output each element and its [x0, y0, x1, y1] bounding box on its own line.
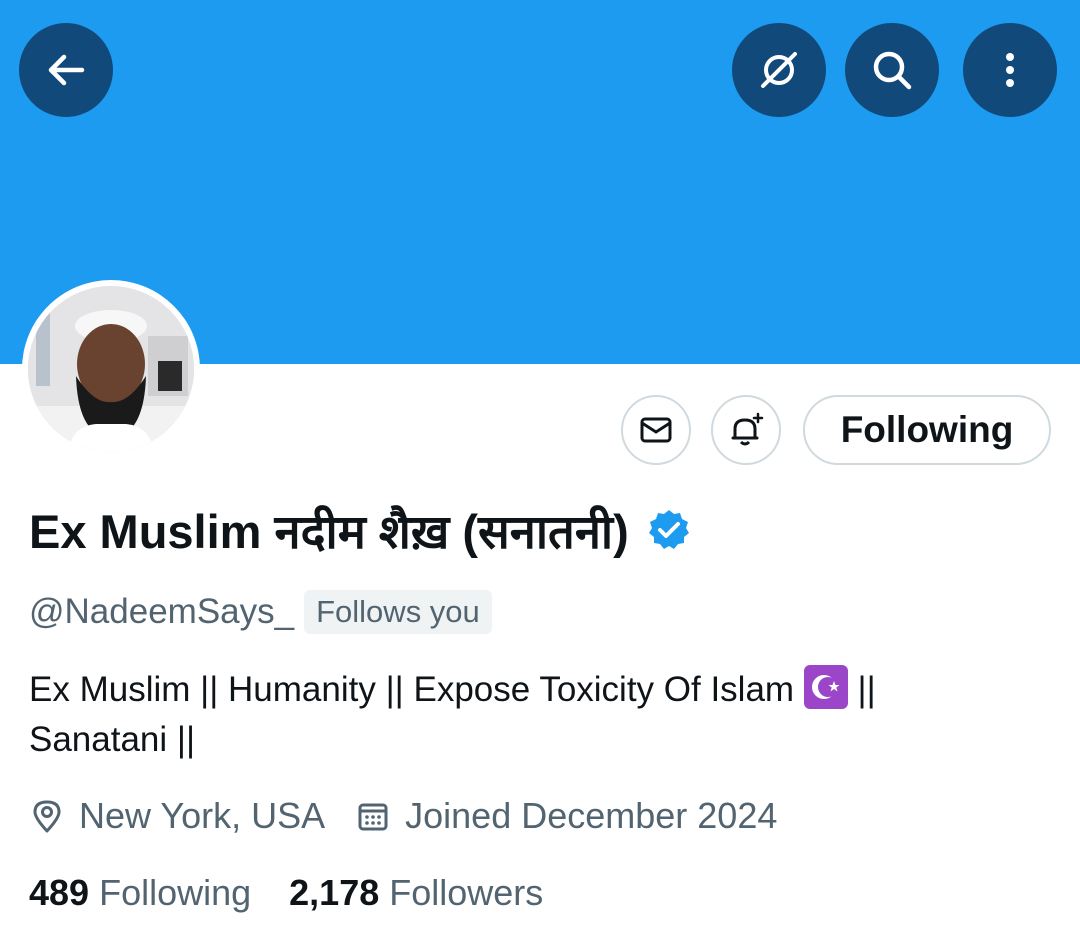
following-stat-label: Following — [99, 872, 252, 913]
profile-handle: @NadeemSays_ — [29, 592, 295, 631]
followers-count: 2,178 — [289, 872, 380, 913]
verified-badge-icon[interactable] — [647, 508, 691, 552]
followers-stat-label: Followers — [389, 872, 544, 913]
more-button[interactable] — [963, 23, 1057, 117]
following-button[interactable]: Following — [803, 395, 1051, 465]
search-icon — [873, 51, 912, 90]
joined-item: Joined December 2024 — [355, 795, 777, 837]
display-name: Ex Muslim नदीम शैख़ (सनातनी) — [29, 505, 629, 558]
grok-icon — [761, 52, 797, 88]
profile-name-row: Ex Muslim नदीम शैख़ (सनातनी) — [29, 498, 691, 562]
following-count: 489 — [29, 872, 90, 913]
profile-meta: New York, USA Joined December 2024 — [29, 795, 807, 837]
message-button[interactable] — [621, 395, 691, 465]
notifications-button[interactable] — [711, 395, 781, 465]
followers-stat-link[interactable]: 2,178 Followers — [289, 872, 543, 914]
bio-line2: Sanatani || — [29, 720, 196, 759]
profile-bio: Ex Muslim || Humanity || Expose Toxicity… — [29, 665, 1049, 765]
joined-text: Joined December 2024 — [405, 795, 778, 836]
bio-text: Ex Muslim || Humanity || Expose Toxicity… — [29, 670, 795, 709]
grok-button[interactable] — [732, 23, 826, 117]
back-button[interactable] — [19, 23, 113, 117]
following-stat-link[interactable]: 489 Following — [29, 872, 251, 914]
avatar[interactable] — [22, 280, 200, 458]
arrow-left-icon — [48, 54, 85, 86]
avatar-photo — [28, 286, 194, 452]
envelope-icon — [640, 417, 672, 443]
search-button[interactable] — [845, 23, 939, 117]
handle-row: @NadeemSays_ Follows you — [29, 590, 492, 634]
follows-you-badge: Follows you — [304, 590, 492, 634]
location-pin-icon — [33, 800, 61, 833]
calendar-icon — [358, 803, 388, 831]
following-button-label: Following — [840, 409, 1014, 450]
star-and-crescent-icon — [803, 665, 848, 709]
location-text: New York, USA — [79, 795, 326, 836]
bell-plus-icon — [731, 412, 764, 446]
bio-text-end: || — [847, 670, 876, 709]
more-vertical-icon — [1006, 53, 1014, 87]
location-item: New York, USA — [29, 795, 325, 837]
profile-stats: 489 Following 2,178 Followers — [29, 872, 581, 914]
